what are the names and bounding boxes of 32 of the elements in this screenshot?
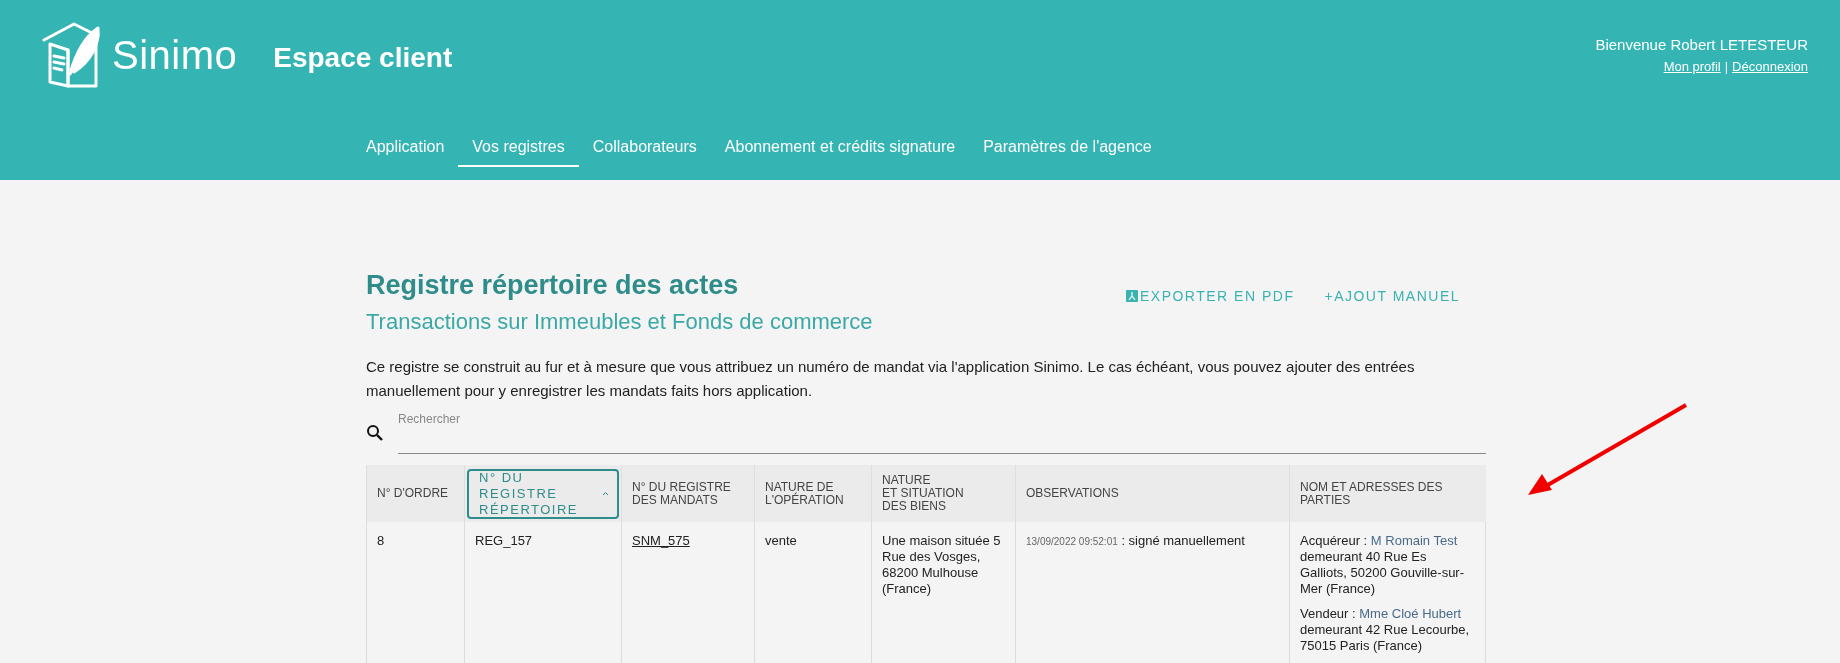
page-subtitle: Transactions sur Immeubles et Fonds de commerce — [366, 309, 873, 335]
party-text: Acquéreur : M Romain Test demeurant 40 Rue Es Galliots, 50200 Gouville-sur-Mer (France) — [1300, 533, 1466, 597]
observation-text: 13/09/2022 09:52:01 : signé manuellement — [1026, 533, 1246, 550]
party-text: Vendeur : Mme Cloé Hubert demeurant 42 Rue Lecourbe, 75015 Paris (France) — [1300, 606, 1471, 654]
brand-name: Sinimo — [112, 32, 238, 78]
logout-link[interactable]: Déconnexion — [1732, 59, 1808, 74]
nav-tab[interactable]: Collaborateurs — [578, 128, 711, 167]
export-pdf-button[interactable]: EXPORTER EN PDF — [1125, 288, 1295, 304]
search-icon — [366, 424, 384, 442]
column-header[interactable]: NOM ET ADRESSES DES PARTIES — [1289, 465, 1486, 522]
column-header[interactable]: N° D'ORDRE — [366, 465, 465, 522]
welcome-text: Bienvenue Robert LETESTEUR — [1595, 36, 1808, 53]
sorted-column-header[interactable]: N° DU REGISTRE RÉPERTOIRE — [467, 468, 619, 519]
app-title: Espace client — [273, 42, 453, 74]
mandate-link[interactable]: SNM_575 — [632, 533, 690, 548]
add-manual-button[interactable]: +AJOUT MANUEL — [1324, 288, 1460, 304]
page-title: Registre répertoire des actes — [366, 270, 740, 301]
intro-text: Ce registre se construit au fur et à mesure que vous attribuez un numéro de mandat via l'application Sinimo. Le cas échéant, vous pouvez ajouter des entrées manuellement pour y enregistrer les mandats faits hors application. — [366, 357, 1416, 401]
sort-caret-icon — [602, 491, 609, 496]
column-header[interactable]: NATURE DE L'OPÉRATION — [754, 465, 872, 522]
link-separator: | — [1724, 59, 1729, 74]
column-header[interactable]: NATURE ET SITUATION DES BIENS — [871, 465, 1016, 522]
nav-tab[interactable]: Application — [352, 128, 459, 167]
nav-tab[interactable]: Abonnement et crédits signature — [710, 128, 970, 167]
order-number-cell: 8 — [366, 522, 465, 663]
column-header[interactable]: N° DU REGISTRE DES MANDATS — [621, 465, 755, 522]
search-field[interactable]: Rechercher — [398, 411, 1486, 454]
profile-link[interactable]: Mon profil — [1663, 59, 1721, 74]
pdf-icon — [1125, 290, 1138, 302]
nav-tab[interactable]: Paramètres de l'agence — [969, 128, 1166, 167]
column-header[interactable]: OBSERVATIONS — [1015, 465, 1290, 522]
nav-tab[interactable]: Vos registres — [458, 128, 579, 167]
